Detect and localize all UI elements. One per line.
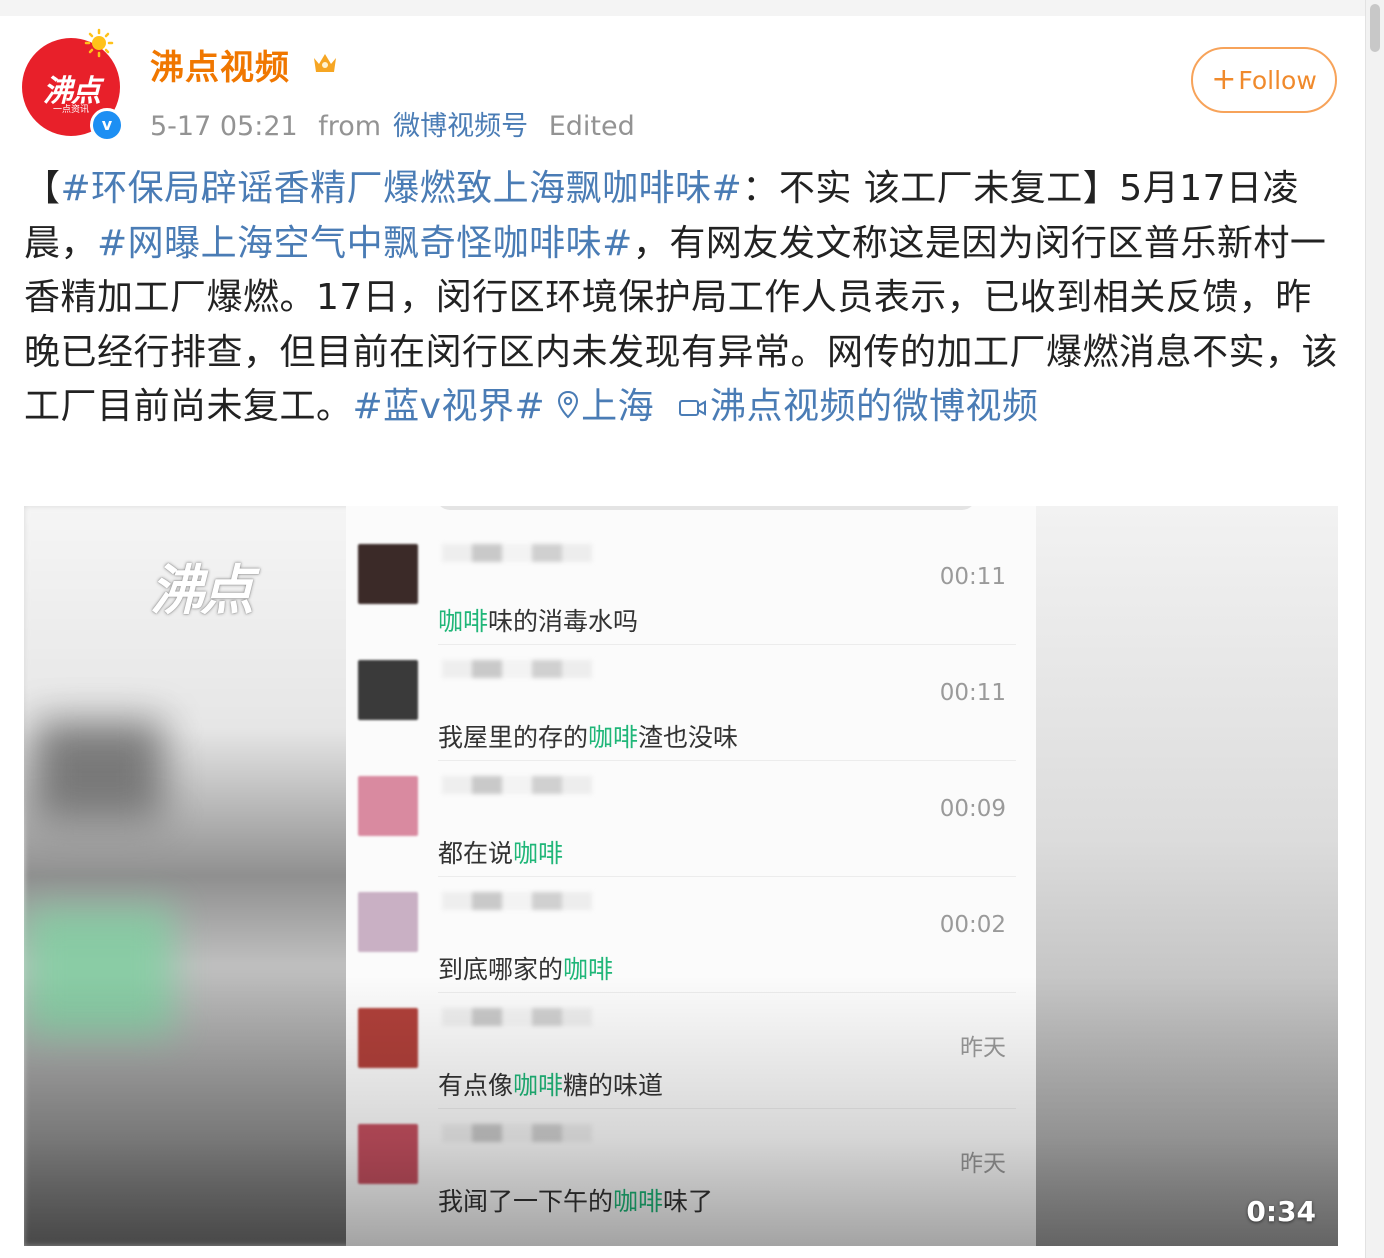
chat-row: 昨天 有点像咖啡糖的味道 (346, 994, 1036, 1110)
video-link-label: 沸点视频的微博视频 (710, 386, 1039, 427)
edited-label: Edited (548, 111, 635, 142)
location-label: 上海 (581, 386, 655, 427)
chat-time: 00:02 (939, 912, 1006, 938)
chat-message: 到底哪家的咖啡 (438, 955, 614, 984)
divider (438, 876, 1016, 877)
chat-top-bar (436, 506, 976, 510)
verified-badge-icon: v (90, 108, 124, 142)
post-meta: 5-17 05:21 from 微博视频号 Edited (150, 104, 647, 143)
divider (438, 992, 1016, 993)
post-time[interactable]: 5-17 05:21 (150, 111, 298, 142)
blurred-region (34, 721, 164, 821)
hashtag-link[interactable]: #蓝v视界# (353, 386, 546, 427)
blurred-username (442, 1124, 592, 1142)
location-link[interactable]: 上海 (557, 386, 654, 427)
video-background-right (1034, 506, 1338, 1246)
location-pin-icon (558, 390, 579, 419)
blurred-avatar (358, 1124, 418, 1184)
chat-time: 昨天 (960, 1151, 1006, 1177)
follow-label: Follow (1238, 66, 1317, 95)
chat-message: 我闻了一下午的咖啡味了 (438, 1187, 714, 1216)
blurred-avatar (358, 1008, 418, 1068)
from-label: from (318, 111, 382, 142)
chat-message: 我屋里的存的咖啡渣也没味 (438, 723, 739, 752)
chat-row: 00:09 都在说咖啡 (346, 762, 1036, 878)
blurred-avatar (358, 544, 418, 604)
chat-screenshot: 00:11 咖啡味的消毒水吗 00:11 我屋里的存的咖啡渣也没味 00:09 … (346, 506, 1036, 1246)
blurred-avatar (358, 776, 418, 836)
chat-row: 昨天 我闻了一下午的咖啡味了 (346, 1110, 1036, 1226)
blurred-username (442, 1008, 592, 1026)
divider (438, 760, 1016, 761)
source-link[interactable]: 微博视频号 (393, 111, 528, 142)
blurred-username (442, 660, 592, 678)
video-watermark: 沸点 (150, 559, 254, 622)
blurred-username (442, 776, 592, 794)
author-name[interactable]: 沸点视频 (150, 40, 290, 89)
blurred-region (24, 906, 174, 1036)
crown-icon (314, 54, 336, 72)
blurred-avatar (358, 892, 418, 952)
chat-time: 昨天 (960, 1035, 1006, 1061)
blurred-username (442, 892, 592, 910)
chat-row: 00:11 咖啡味的消毒水吗 (346, 530, 1036, 646)
chat-time: 00:11 (939, 680, 1006, 706)
chat-time: 00:09 (939, 796, 1006, 822)
sun-icon (84, 28, 114, 58)
scrollbar-thumb[interactable] (1370, 4, 1380, 52)
video-link[interactable]: 沸点视频的微博视频 (678, 386, 1039, 427)
top-strip (0, 0, 1384, 16)
chat-message: 有点像咖啡糖的味道 (438, 1071, 664, 1100)
page-scrollbar[interactable] (1365, 0, 1384, 1258)
blurred-username (442, 544, 592, 562)
video-duration: 0:34 (1246, 1195, 1316, 1228)
post-text: 【#环保局辟谣香精厂爆燃致上海飘咖啡味#：不实 该工厂未复工】5月17日凌晨，#… (24, 162, 1340, 435)
chat-time: 00:11 (939, 564, 1006, 590)
blurred-avatar (358, 660, 418, 720)
chat-message: 咖啡味的消毒水吗 (438, 607, 639, 636)
text-segment: 【 (24, 168, 61, 209)
plus-icon: + (1211, 62, 1237, 97)
chat-row: 00:11 我屋里的存的咖啡渣也没味 (346, 646, 1036, 762)
follow-button[interactable]: +Follow (1191, 47, 1337, 113)
divider (438, 644, 1016, 645)
video-camera-icon (679, 400, 707, 416)
hashtag-link[interactable]: #环保局辟谣香精厂爆燃致上海飘咖啡味# (61, 168, 743, 209)
hashtag-link[interactable]: #网曝上海空气中飘奇怪咖啡味# (97, 223, 633, 264)
chat-row: 00:02 到底哪家的咖啡 (346, 878, 1036, 994)
video-player[interactable]: 沸点 00:11 咖啡味的消毒水吗 00:11 我屋里的存的咖啡渣也没味 00:… (24, 506, 1338, 1246)
divider (438, 1108, 1016, 1109)
chat-message: 都在说咖啡 (438, 839, 564, 868)
